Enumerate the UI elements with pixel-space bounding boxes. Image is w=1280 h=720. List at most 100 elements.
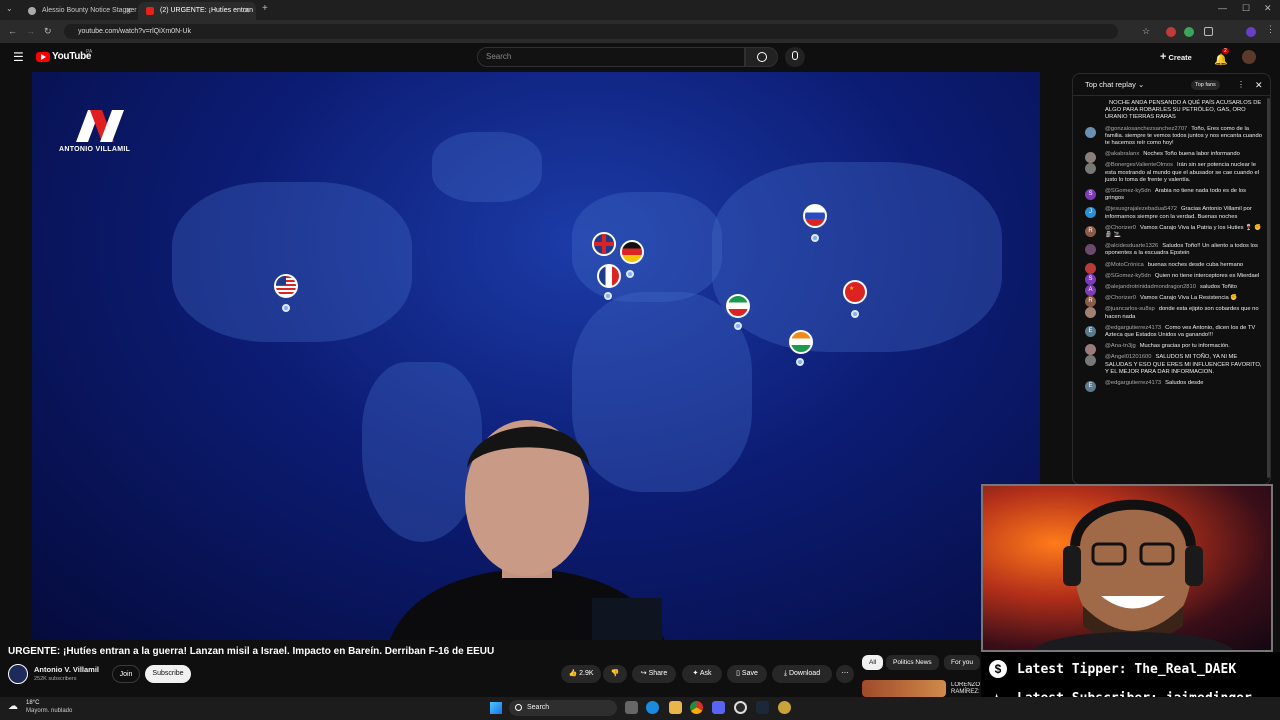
back-icon[interactable]: ← xyxy=(8,24,17,38)
file-explorer-icon[interactable] xyxy=(669,701,682,714)
minimize-icon[interactable]: — xyxy=(1218,3,1227,13)
close-tab-icon[interactable]: ✕ xyxy=(243,2,250,20)
chat-author-name[interactable]: @BonergesValienteOlmos xyxy=(1105,162,1173,168)
chat-author-name[interactable]: @Ana-tn3jg xyxy=(1105,343,1136,349)
region-code: PA xyxy=(86,49,93,55)
chat-message: E @edgargutierrez4173 Saludos desde xyxy=(1073,378,1270,393)
chat-scrollbar[interactable] xyxy=(1267,98,1270,478)
download-button[interactable]: ⤓ Download xyxy=(772,665,832,683)
obs-icon[interactable] xyxy=(734,701,747,714)
chat-author-avatar[interactable] xyxy=(1085,163,1096,175)
browser-tab-2[interactable]: (2) URGENTE: ¡Hutíes entran ✕ xyxy=(138,2,256,20)
chrome-icon[interactable] xyxy=(690,701,703,714)
app-icon[interactable] xyxy=(778,701,791,714)
chat-author-avatar[interactable]: J xyxy=(1085,207,1096,219)
chat-author-name[interactable]: @Chorizer0 xyxy=(1105,295,1136,301)
channel-avatar[interactable] xyxy=(8,664,28,684)
chat-message: @akabralanx Noches Toño buena labor infor… xyxy=(1073,149,1270,164)
chat-author-avatar[interactable]: E xyxy=(1085,325,1096,337)
chat-message: @Ana-tn3jg Muchas gracias por tu informac… xyxy=(1073,341,1270,356)
steam-icon[interactable] xyxy=(756,701,769,714)
taskbar-search[interactable]: Search xyxy=(509,700,617,716)
chat-replay-panel[interactable]: Top chat replay ⌄ Top fans ⋮ ✕ NOCHE AND… xyxy=(1072,73,1271,485)
close-chat-icon[interactable]: ✕ xyxy=(1255,74,1263,96)
chat-message-text: buenas noches desde cuba hermano xyxy=(1147,261,1244,268)
chip-politics-news[interactable]: Politics News xyxy=(886,655,939,670)
chat-author-avatar[interactable]: E xyxy=(1085,381,1096,393)
chat-author-name[interactable]: @gonzalosanchezsanchez2707 xyxy=(1105,126,1187,132)
profile-avatar-icon[interactable] xyxy=(1246,27,1256,37)
hamburger-menu-icon[interactable]: ☰ xyxy=(13,51,24,63)
chat-author-avatar[interactable]: R xyxy=(1085,225,1096,237)
temperature[interactable]: 18°C xyxy=(26,700,39,706)
chat-mode-dropdown[interactable]: Top chat replay ⌄ xyxy=(1085,80,1144,89)
notifications-button[interactable]: 🔔 2 xyxy=(1214,48,1229,66)
chat-author-name[interactable]: @jesusgrajalezebadua5472 xyxy=(1105,206,1177,212)
more-actions-button[interactable]: ⋯ xyxy=(836,665,854,683)
save-button[interactable]: ▯ Save xyxy=(727,665,767,683)
chat-author-name[interactable]: @MotoCrónica xyxy=(1105,262,1144,268)
related-video-title[interactable]: LORENZO RAMÍREZ: Lucha a muerte e xyxy=(951,682,981,696)
chat-author-avatar[interactable] xyxy=(1085,101,1096,112)
extension-icon[interactable] xyxy=(1166,27,1176,37)
discord-icon[interactable] xyxy=(712,701,725,714)
chat-author-name[interactable]: @alejandrotrinidadmondragon2810 xyxy=(1105,284,1196,290)
dollar-coin-icon: $ xyxy=(989,660,1007,678)
bookmark-star-icon[interactable]: ☆ xyxy=(1142,24,1150,38)
join-button[interactable]: Join xyxy=(112,665,140,683)
ask-button[interactable]: ✦ Ask xyxy=(682,665,722,683)
chat-message: @alcidesduarte1326 Saludos Toño!! Un alie… xyxy=(1073,241,1270,259)
subscribe-button[interactable]: Subscribe xyxy=(145,665,191,683)
tab-list-icon[interactable]: ⌄ xyxy=(6,4,13,13)
chat-more-icon[interactable]: ⋮ xyxy=(1237,74,1245,96)
chat-author-name[interactable]: @alcidesduarte1326 xyxy=(1105,243,1158,249)
search-button[interactable] xyxy=(745,47,778,67)
chat-author-name[interactable]: @Angel01201600 xyxy=(1105,354,1152,360)
chat-author-name[interactable]: @edgargutierrez4173 xyxy=(1105,325,1161,331)
close-window-icon[interactable]: ✕ xyxy=(1264,3,1272,14)
edge-icon[interactable] xyxy=(646,701,659,714)
dislike-button[interactable]: 👎 xyxy=(603,665,627,683)
extensions-puzzle-icon[interactable] xyxy=(1204,27,1213,36)
task-view-icon[interactable] xyxy=(625,701,638,714)
chat-author-name[interactable]: @SGomez-ky5dn xyxy=(1105,188,1151,194)
extension-icon[interactable] xyxy=(1184,27,1194,37)
video-player[interactable]: ANTONIO VILLAMIL ★ xyxy=(32,72,1040,640)
chat-author-name[interactable]: @SGomez-ky5dn xyxy=(1105,273,1151,279)
close-tab-icon[interactable]: ✕ xyxy=(125,2,132,20)
forward-icon[interactable]: → xyxy=(26,24,35,38)
streamer-figure xyxy=(1033,499,1233,650)
chip-for-you[interactable]: For you xyxy=(944,655,981,670)
chat-message-text: Quien no tiene interceptores es Mierdael xyxy=(1154,272,1260,279)
maximize-icon[interactable]: ☐ xyxy=(1242,3,1250,14)
chat-author-avatar[interactable] xyxy=(1085,307,1096,319)
chat-message-text: Noches Toño buena labor informando xyxy=(1143,151,1240,158)
chat-author-name[interactable]: @akabralanx xyxy=(1105,151,1139,157)
windows-start-icon[interactable] xyxy=(490,702,502,714)
channel-watermark-text: ANTONIO VILLAMIL xyxy=(59,146,131,153)
chat-author-name[interactable]: @juancarlos-su8sp xyxy=(1105,306,1155,312)
chip-all[interactable]: All xyxy=(862,655,884,670)
share-button[interactable]: ↪ Share xyxy=(632,665,676,683)
create-button[interactable]: + Create xyxy=(1160,50,1204,65)
related-video-thumbnail[interactable] xyxy=(862,680,946,697)
address-bar[interactable]: youtube.com/watch?v=rlQiXm0N-Uk xyxy=(64,24,1118,39)
chat-author-avatar[interactable]: S xyxy=(1085,189,1096,201)
new-tab-icon[interactable]: + xyxy=(262,3,268,14)
top-fans-button[interactable]: Top fans xyxy=(1191,80,1220,90)
chat-author-name[interactable]: @Chorizer0 xyxy=(1105,225,1136,231)
chat-author-name[interactable]: @edgargutierrez4173 xyxy=(1105,380,1161,386)
windows-taskbar xyxy=(0,697,1280,720)
reload-icon[interactable]: ↻ xyxy=(44,24,52,38)
chat-author-avatar[interactable] xyxy=(1085,244,1096,256)
voice-search-button[interactable] xyxy=(785,47,805,67)
chat-author-avatar[interactable] xyxy=(1085,355,1096,367)
like-button[interactable]: 👍 2.9K xyxy=(561,665,601,683)
search-input[interactable]: Search xyxy=(477,47,745,67)
chat-author-avatar[interactable] xyxy=(1085,126,1096,138)
account-avatar[interactable] xyxy=(1242,50,1256,64)
browser-menu-icon[interactable]: ⋮ xyxy=(1266,24,1275,35)
channel-name[interactable]: Antonio V. Villamil xyxy=(34,665,99,674)
browser-tab-1[interactable]: Alessio Bounty Notice Stagger ✕ xyxy=(20,2,138,20)
chat-message-text: NOCHE ANDA PENSANDO A QUÉ PAÍS ACUSARLOS… xyxy=(1105,100,1262,121)
